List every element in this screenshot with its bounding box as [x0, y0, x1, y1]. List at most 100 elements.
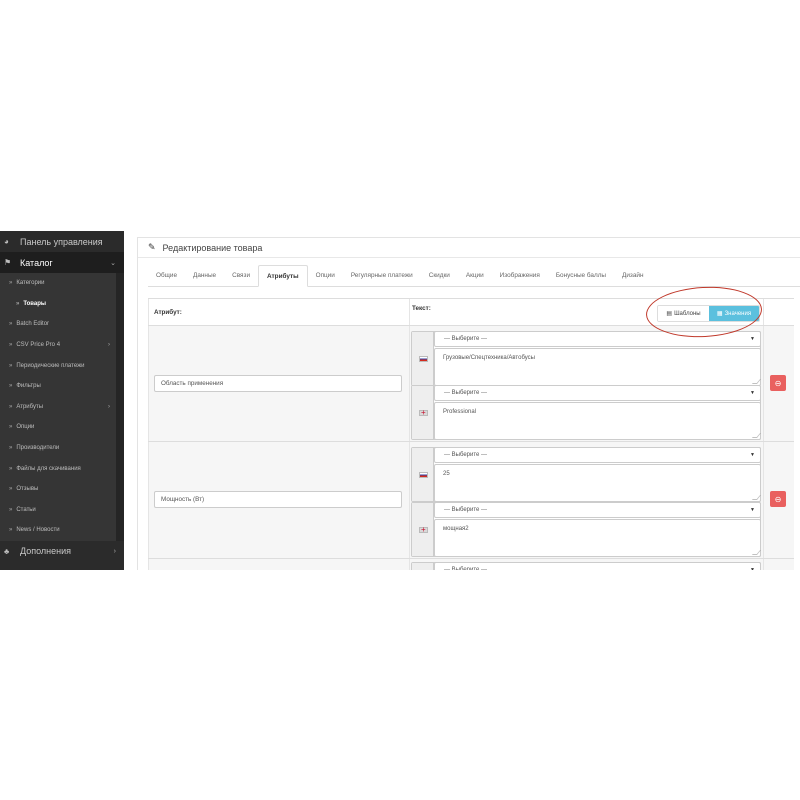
minus-circle-icon: ⊖ — [774, 378, 782, 388]
value-select[interactable]: --- Выберите --- ▼ — [434, 385, 761, 401]
resize-grip-icon[interactable] — [751, 495, 762, 500]
sidebar-item-label: Фильтры — [16, 383, 41, 390]
value-textarea[interactable]: мощная2 — [434, 519, 762, 557]
chevron-down-icon: ⌄ — [110, 259, 116, 267]
remove-attribute-button[interactable]: ⊖ — [770, 491, 786, 507]
double-angle-icon: » — [9, 445, 13, 452]
sidebar: ◕ Панель управления ⚑ Каталог ⌄ » Категор… — [0, 231, 124, 570]
sidebar-item-downloads[interactable]: » Файлы для скачивания — [0, 458, 124, 479]
value-select[interactable]: --- Выберите --- ▼ — [434, 447, 761, 463]
sidebar-item-csv-price-pro[interactable]: » CSV Price Pro 4 › — [0, 334, 124, 356]
lang-group-ru: --- Выберите --- ▼ 25 — [411, 447, 762, 502]
lang-group-ru: --- Выберите --- ▼ — [411, 562, 761, 570]
tab-reward-points[interactable]: Бонусные баллы — [548, 265, 614, 287]
tab-specials[interactable]: Акции — [458, 265, 492, 287]
double-angle-icon: » — [9, 403, 13, 410]
attribute-name-input[interactable]: Мощность (Вт) — [154, 491, 402, 508]
value-textarea[interactable]: 25 — [434, 464, 762, 502]
text-cell: --- Выберите --- ▼ — [410, 559, 764, 570]
tab-recurring[interactable]: Регулярные платежи — [343, 265, 421, 287]
lang-group-ru: --- Выберите --- ▼ Грузовые/Спецтехника/А… — [411, 331, 762, 386]
text-cell: --- Выберите --- ▼ Грузовые/Спецтехника/А… — [410, 326, 764, 441]
double-angle-icon: » — [9, 321, 13, 328]
double-angle-icon: » — [16, 300, 20, 307]
sidebar-item-label: Опции — [16, 424, 35, 431]
header-attribute: Атрибут: — [148, 299, 410, 325]
chevron-right-icon: › — [108, 342, 110, 349]
sidebar-item-manufacturers[interactable]: » Производители — [0, 437, 124, 459]
value-select[interactable]: --- Выберите --- ▼ — [434, 502, 761, 518]
action-cell: ⊖ — [764, 326, 794, 441]
select-value: --- Выберите --- — [444, 452, 488, 458]
attribute-name-input[interactable]: Область применения — [154, 375, 402, 392]
attribute-cell: Область применения — [148, 326, 410, 441]
sidebar-item-reviews[interactable]: » Отзывы — [0, 478, 124, 500]
tab-bar: Общие Данные Связи Атрибуты Опции Регуля… — [148, 265, 800, 287]
tab-attributes[interactable]: Атрибуты — [258, 265, 308, 287]
flag-column — [412, 448, 434, 501]
puzzle-icon: ♣ — [4, 546, 10, 556]
textarea-value: Грузовые/Спецтехника/Автобусы — [443, 355, 535, 361]
double-angle-icon: » — [9, 424, 13, 431]
sidebar-item-label: Файлы для скачивания — [16, 465, 81, 472]
table-row: Область применения --- Выберите --- ▼ Гру… — [148, 326, 794, 442]
sidebar-item-label: Batch Editor — [16, 321, 50, 328]
tab-links[interactable]: Связи — [224, 265, 258, 287]
tab-data[interactable]: Данные — [185, 265, 224, 287]
attribute-cell: Мощность (Вт) — [148, 442, 410, 558]
sidebar-item-products[interactable]: » Товары — [0, 293, 124, 315]
double-angle-icon: » — [9, 342, 13, 349]
sidebar-item-label: Атрибуты — [16, 403, 44, 410]
flag-ru-icon — [419, 355, 428, 362]
nav-catalog[interactable]: ⚑ Каталог ⌄ — [0, 252, 124, 273]
sidebar-item-batch-editor[interactable]: » Batch Editor — [0, 314, 124, 335]
chevron-right-icon: › — [108, 403, 110, 410]
flag-gb-icon — [419, 408, 428, 418]
caret-down-icon: ▼ — [750, 452, 755, 458]
nav-catalog-label: Каталог — [20, 257, 53, 268]
tab-design[interactable]: Дизайн — [614, 265, 651, 287]
double-angle-icon: » — [9, 506, 13, 513]
text-cell: --- Выберите --- ▼ 25 --- Выберите --- ▼ м… — [410, 442, 764, 558]
sidebar-item-label: Товары — [23, 300, 47, 307]
dashboard-icon: ◕ — [4, 237, 9, 246]
sidebar-item-recurring[interactable]: » Периодические платежи — [0, 355, 124, 376]
tab-general[interactable]: Общие — [148, 265, 185, 287]
flag-ru-icon — [419, 471, 428, 478]
resize-grip-icon[interactable] — [751, 379, 762, 384]
caret-down-icon: ▼ — [750, 567, 755, 570]
minus-circle-icon: ⊖ — [774, 494, 782, 504]
caret-down-icon: ▼ — [750, 336, 755, 342]
select-value: --- Выберите --- — [444, 567, 488, 570]
action-cell — [764, 559, 794, 570]
nav-dashboard[interactable]: ◕ Панель управления — [0, 231, 124, 252]
page-title: Редактирование товара — [162, 242, 263, 253]
sidebar-item-filters[interactable]: » Фильтры — [0, 375, 124, 397]
lang-group-en: --- Выберите --- ▼ Professional — [411, 385, 762, 440]
value-select[interactable]: --- Выберите --- ▼ — [434, 562, 761, 570]
sidebar-item-categories[interactable]: » Категории — [0, 273, 124, 294]
flag-column — [412, 503, 434, 556]
double-angle-icon: » — [9, 280, 13, 287]
resize-grip-icon[interactable] — [751, 433, 762, 438]
sidebar-item-attributes[interactable]: » Атрибуты › — [0, 396, 124, 418]
caret-down-icon: ▼ — [750, 390, 755, 396]
tab-images[interactable]: Изображения — [492, 265, 548, 287]
value-textarea[interactable]: Professional — [434, 402, 762, 440]
attribute-cell — [148, 559, 410, 570]
table-row: Мощность (Вт) --- Выберите --- ▼ 25 --- В… — [148, 442, 794, 559]
resize-grip-icon[interactable] — [751, 550, 762, 555]
double-angle-icon: » — [9, 527, 13, 534]
textarea-value: мощная2 — [443, 526, 469, 532]
sidebar-item-news[interactable]: » News / Новости — [0, 520, 124, 541]
tab-options[interactable]: Опции — [308, 265, 343, 287]
sidebar-item-articles[interactable]: » Статьи — [0, 499, 124, 521]
sidebar-item-label: News / Новости — [16, 527, 60, 534]
remove-attribute-button[interactable]: ⊖ — [770, 375, 786, 391]
value-textarea[interactable]: Грузовые/Спецтехника/Автобусы — [434, 348, 762, 386]
table-row: --- Выберите --- ▼ — [148, 559, 794, 570]
nav-extensions[interactable]: ♣ Дополнения › — [0, 540, 124, 562]
tab-discounts[interactable]: Скидки — [421, 265, 458, 287]
chevron-right-icon: › — [113, 547, 116, 555]
sidebar-item-options[interactable]: » Опции — [0, 417, 124, 438]
